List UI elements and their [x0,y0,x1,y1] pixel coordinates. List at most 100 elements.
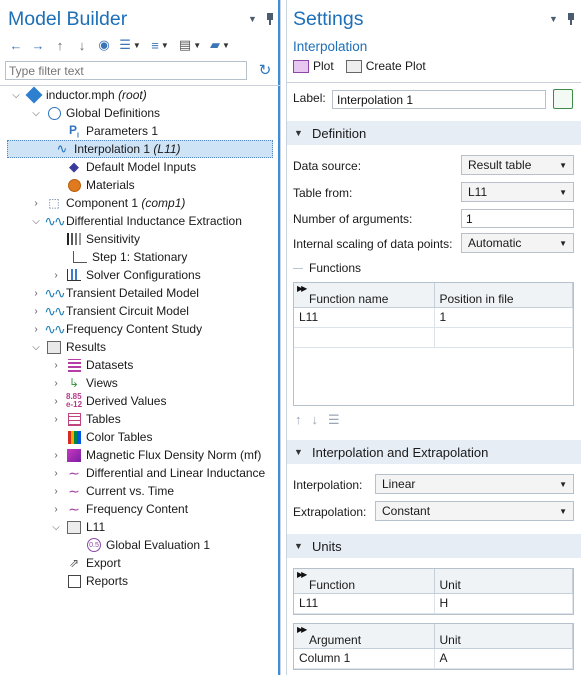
move-up-icon[interactable]: ↑ [50,36,70,54]
expand-chevron-icon[interactable]: › [30,198,42,209]
interpolation-select[interactable]: Linear ▼ [375,474,574,494]
create-plot-button[interactable]: Create Plot [345,59,426,73]
show-icon[interactable]: ◉ [94,36,114,54]
collapse-chevron-icon[interactable]: ⌵ [10,90,22,101]
tree-node-differential-linear-inductance[interactable]: › ∼ Differential and Linear Inductance [50,464,265,482]
model-options-icon[interactable]: ▰ ▼ [206,36,234,54]
tree-node-derived-values[interactable]: › 8.85 e-12 Derived Values [50,392,166,410]
tree-node-l11[interactable]: ⌵ L11 [50,518,105,536]
table-cell[interactable]: 1 [434,307,573,328]
tree-node-study-transient-circuit[interactable]: › ∿∿ Transient Circuit Model [30,302,189,320]
expand-chevron-icon[interactable]: › [50,396,62,407]
table-row[interactable]: L11 1 [294,307,573,328]
expand-menu-icon[interactable]: ≡ ▼ [146,36,174,54]
refresh-icon[interactable]: ↻ [256,61,274,79]
tree-node-color-tables[interactable]: Color Tables [50,428,152,446]
tree-filter-input[interactable] [5,61,247,80]
scaling-select[interactable]: Automatic ▼ [461,233,574,253]
tree-node-materials[interactable]: Materials [50,176,135,194]
column-header[interactable]: ▶▶ Argument [294,624,435,649]
collapse-chevron-icon[interactable]: ⌵ [30,108,42,119]
panel-menu-chevron-icon[interactable]: ▼ [549,14,558,25]
expand-chevron-icon[interactable]: › [50,504,62,515]
expand-chevron-icon[interactable]: › [50,270,62,281]
section-units[interactable]: ▼ Units [287,534,581,558]
tree-node-global-evaluation[interactable]: 0.5 Global Evaluation 1 [70,536,210,554]
collapse-chevron-icon[interactable]: ⌵ [30,216,42,227]
expand-chevron-icon[interactable]: › [30,306,42,317]
expand-chevron-icon[interactable]: › [50,486,62,497]
expand-chevron-icon[interactable]: › [50,360,62,371]
move-down-icon[interactable]: ↓ [72,36,92,54]
panel-menu-chevron-icon[interactable]: ▼ [248,14,257,25]
table-cell[interactable] [294,327,435,348]
pin-icon[interactable] [566,13,576,28]
table-cell[interactable]: L11 [294,593,435,614]
tree-node-step-stationary[interactable]: Step 1: Stationary [56,248,187,266]
extrapolation-select[interactable]: Constant ▼ [375,501,574,521]
table-row[interactable] [294,327,573,348]
expand-chevron-icon[interactable]: › [30,324,42,335]
table-row[interactable]: L11 H [294,593,573,614]
column-header[interactable]: ▶▶ Function [294,569,435,594]
plot-button[interactable]: Plot [293,59,334,73]
section-definition[interactable]: ▼ Definition [287,121,581,145]
tree-node-magnetic-flux[interactable]: › Magnetic Flux Density Norm (mf) [50,446,261,464]
tree-node-parameters[interactable]: PI Parameters 1 [50,122,158,140]
column-header[interactable]: Position in file [434,283,573,308]
move-down-icon[interactable]: ↓ [312,412,319,428]
table-cell[interactable]: L11 [294,307,435,328]
expand-chevron-icon[interactable]: › [30,288,42,299]
tree-node-sensitivity[interactable]: Sensitivity [50,230,140,248]
data-source-select[interactable]: Result table ▼ [461,155,574,175]
tree-node-datasets[interactable]: › Datasets [50,356,133,374]
collapse-chevron-icon[interactable]: ⌵ [50,522,62,533]
table-cell[interactable]: Column 1 [294,648,435,669]
tree-node-component[interactable]: › ⬚ Component 1 (comp1) [30,194,185,212]
tree-node-global-definitions[interactable]: ⌵ Global Definitions [30,104,160,122]
forward-arrow-icon[interactable]: → [28,36,48,54]
clear-table-icon[interactable]: ☰ [328,412,340,428]
column-header[interactable]: Unit [434,624,573,649]
section-interp-extrap[interactable]: ▼ Interpolation and Extrapolation [287,440,581,464]
pin-icon[interactable] [265,13,275,28]
table-row[interactable]: Column 1 A [294,648,573,669]
tree-node-study-frequency-content[interactable]: › ∿∿ Frequency Content Study [30,320,202,338]
study-icon: ∿∿ [44,284,66,301]
tree-node-results[interactable]: ⌵ Results [30,338,106,356]
table-cell[interactable]: H [434,593,573,614]
expand-chevron-icon[interactable]: › [50,378,62,389]
tree-node-study-differential-inductance[interactable]: ⌵ ∿∿ Differential Inductance Extraction [30,212,242,230]
collapse-chevron-icon[interactable]: ⌵ [30,342,42,353]
back-arrow-icon[interactable]: ← [6,36,26,54]
collapse-menu-icon[interactable]: ☰ ▼ [116,36,144,54]
label-edit-icon[interactable] [553,89,573,109]
tree-node-default-model-inputs[interactable]: ◆ Default Model Inputs [50,158,196,176]
table-cell[interactable]: A [434,648,573,669]
column-header[interactable]: ▶▶ Function name [294,283,435,308]
tree-node-interpolation[interactable]: ∿ Interpolation 1 (L11) [7,140,273,158]
tree-node-solver-configurations[interactable]: › Solver Configurations [50,266,200,284]
1d-plot-icon: ∼ [68,464,80,481]
column-header[interactable]: Unit [434,569,573,594]
tree-node-tables[interactable]: › Tables [50,410,120,428]
num-args-input[interactable] [461,209,574,228]
tree-node-root[interactable]: ⌵ inductor.mph (root) [10,86,147,104]
label-input[interactable] [332,90,546,109]
tree-node-export[interactable]: ⇗ Export [50,554,121,572]
data-source-value: Result table [468,158,532,172]
tree-node-views[interactable]: › ↳ Views [50,374,117,392]
expand-chevron-icon[interactable]: › [50,450,62,461]
stationary-step-icon [72,250,88,264]
expand-chevron-icon[interactable]: › [50,468,62,479]
move-up-icon[interactable]: ↑ [295,412,302,428]
settings-title: Settings [293,8,364,30]
table-cell[interactable] [434,327,573,348]
tree-node-frequency-content[interactable]: › ∼ Frequency Content [50,500,188,518]
tree-node-current-vs-time[interactable]: › ∼ Current vs. Time [50,482,174,500]
table-from-select[interactable]: L11 ▼ [461,182,574,202]
expand-chevron-icon[interactable]: › [50,414,62,425]
tree-node-study-transient-detailed[interactable]: › ∿∿ Transient Detailed Model [30,284,199,302]
tree-node-reports[interactable]: Reports [50,572,128,590]
view-options-icon[interactable]: ▤ ▼ [176,36,204,54]
